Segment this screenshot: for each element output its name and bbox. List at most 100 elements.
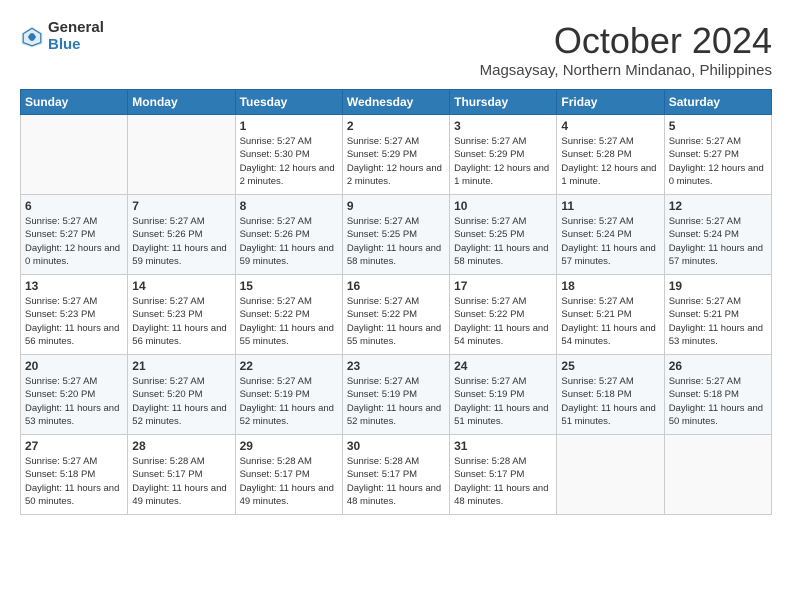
day-info: Sunrise: 5:27 AMSunset: 5:24 PMDaylight:… (561, 215, 659, 268)
day-info: Sunrise: 5:27 AMSunset: 5:29 PMDaylight:… (347, 135, 445, 188)
day-info: Sunrise: 5:27 AMSunset: 5:22 PMDaylight:… (454, 295, 552, 348)
day-number: 25 (561, 359, 659, 373)
day-number: 5 (669, 119, 767, 133)
logo-text: General Blue (48, 20, 104, 53)
calendar-cell: 24 Sunrise: 5:27 AMSunset: 5:19 PMDayligh… (450, 355, 557, 435)
day-info: Sunrise: 5:27 AMSunset: 5:25 PMDaylight:… (454, 215, 552, 268)
day-number: 11 (561, 199, 659, 213)
day-number: 6 (25, 199, 123, 213)
calendar-cell: 18 Sunrise: 5:27 AMSunset: 5:21 PMDayligh… (557, 275, 664, 355)
day-info: Sunrise: 5:27 AMSunset: 5:25 PMDaylight:… (347, 215, 445, 268)
calendar-cell: 4Sunrise: 5:27 AMSunset: 5:28 PMDaylight… (557, 115, 664, 195)
calendar-cell: 15 Sunrise: 5:27 AMSunset: 5:22 PMDayligh… (235, 275, 342, 355)
calendar-cell: 8Sunrise: 5:27 AMSunset: 5:26 PMDaylight… (235, 195, 342, 275)
calendar-cell: 27Sunrise: 5:27 AMSunset: 5:18 PMDayligh… (21, 435, 128, 515)
day-number: 26 (669, 359, 767, 373)
calendar-cell: 20 Sunrise: 5:27 AMSunset: 5:20 PMDayligh… (21, 355, 128, 435)
day-number: 1 (240, 119, 338, 133)
calendar-cell: 26 Sunrise: 5:27 AMSunset: 5:18 PMDayligh… (664, 355, 771, 435)
day-number: 18 (561, 279, 659, 293)
day-header-saturday: Saturday (664, 90, 771, 115)
calendar-table: SundayMondayTuesdayWednesdayThursdayFrid… (20, 89, 772, 515)
day-info: Sunrise: 5:27 AMSunset: 5:26 PMDaylight:… (240, 215, 338, 268)
calendar-cell: 28Sunrise: 5:28 AMSunset: 5:17 PMDayligh… (128, 435, 235, 515)
day-info: Sunrise: 5:27 AMSunset: 5:24 PMDaylight:… (669, 215, 767, 268)
day-info: Sunrise: 5:27 AMSunset: 5:27 PMDaylight:… (25, 215, 123, 268)
calendar-cell: 3Sunrise: 5:27 AMSunset: 5:29 PMDaylight… (450, 115, 557, 195)
calendar-header-row: SundayMondayTuesdayWednesdayThursdayFrid… (21, 90, 772, 115)
day-info: Sunrise: 5:28 AMSunset: 5:17 PMDaylight:… (454, 455, 552, 508)
calendar-cell: 30Sunrise: 5:28 AMSunset: 5:17 PMDayligh… (342, 435, 449, 515)
logo-general-text: General (48, 20, 104, 37)
day-info: Sunrise: 5:27 AMSunset: 5:22 PMDaylight:… (240, 295, 338, 348)
day-info: Sunrise: 5:27 AMSunset: 5:18 PMDaylight:… (561, 375, 659, 428)
day-info: Sunrise: 5:27 AMSunset: 5:26 PMDaylight:… (132, 215, 230, 268)
day-number: 24 (454, 359, 552, 373)
calendar-cell: 7Sunrise: 5:27 AMSunset: 5:26 PMDaylight… (128, 195, 235, 275)
logo-icon (20, 25, 44, 49)
calendar-cell: 23Sunrise: 5:27 AMSunset: 5:19 PMDayligh… (342, 355, 449, 435)
day-info: Sunrise: 5:27 AMSunset: 5:18 PMDaylight:… (669, 375, 767, 428)
day-info: Sunrise: 5:27 AMSunset: 5:28 PMDaylight:… (561, 135, 659, 188)
day-number: 2 (347, 119, 445, 133)
calendar-cell: 2 Sunrise: 5:27 AMSunset: 5:29 PMDaylight… (342, 115, 449, 195)
day-info: Sunrise: 5:27 AMSunset: 5:20 PMDaylight:… (25, 375, 123, 428)
calendar-cell: 9 Sunrise: 5:27 AMSunset: 5:25 PMDaylight… (342, 195, 449, 275)
calendar-body: 1 Sunrise: 5:27 AMSunset: 5:30 PMDaylight… (21, 115, 772, 515)
day-header-tuesday: Tuesday (235, 90, 342, 115)
day-number: 29 (240, 439, 338, 453)
calendar-cell: 14 Sunrise: 5:27 AMSunset: 5:23 PMDayligh… (128, 275, 235, 355)
calendar-cell (128, 115, 235, 195)
logo: General Blue (20, 20, 104, 53)
calendar-cell: 19 Sunrise: 5:27 AMSunset: 5:21 PMDayligh… (664, 275, 771, 355)
calendar-cell: 31 Sunrise: 5:28 AMSunset: 5:17 PMDayligh… (450, 435, 557, 515)
day-header-thursday: Thursday (450, 90, 557, 115)
day-number: 20 (25, 359, 123, 373)
calendar-week-4: 20 Sunrise: 5:27 AMSunset: 5:20 PMDayligh… (21, 355, 772, 435)
calendar-cell: 17Sunrise: 5:27 AMSunset: 5:22 PMDayligh… (450, 275, 557, 355)
day-info: Sunrise: 5:27 AMSunset: 5:19 PMDaylight:… (454, 375, 552, 428)
calendar-cell: 5 Sunrise: 5:27 AMSunset: 5:27 PMDaylight… (664, 115, 771, 195)
day-number: 9 (347, 199, 445, 213)
day-number: 12 (669, 199, 767, 213)
day-info: Sunrise: 5:27 AMSunset: 5:23 PMDaylight:… (25, 295, 123, 348)
calendar-cell: 13 Sunrise: 5:27 AMSunset: 5:23 PMDayligh… (21, 275, 128, 355)
day-number: 15 (240, 279, 338, 293)
day-number: 19 (669, 279, 767, 293)
day-info: Sunrise: 5:27 AMSunset: 5:21 PMDaylight:… (669, 295, 767, 348)
day-info: Sunrise: 5:27 AMSunset: 5:30 PMDaylight:… (240, 135, 338, 188)
day-number: 23 (347, 359, 445, 373)
day-number: 16 (347, 279, 445, 293)
day-info: Sunrise: 5:27 AMSunset: 5:22 PMDaylight:… (347, 295, 445, 348)
calendar-cell (557, 435, 664, 515)
day-info: Sunrise: 5:27 AMSunset: 5:20 PMDaylight:… (132, 375, 230, 428)
day-info: Sunrise: 5:28 AMSunset: 5:17 PMDaylight:… (132, 455, 230, 508)
day-number: 21 (132, 359, 230, 373)
location-title: Magsaysay, Northern Mindanao, Philippine… (480, 62, 772, 79)
day-number: 27 (25, 439, 123, 453)
day-number: 10 (454, 199, 552, 213)
calendar-week-2: 6 Sunrise: 5:27 AMSunset: 5:27 PMDaylight… (21, 195, 772, 275)
calendar-cell: 11 Sunrise: 5:27 AMSunset: 5:24 PMDayligh… (557, 195, 664, 275)
title-area: October 2024 Magsaysay, Northern Mindana… (480, 20, 772, 79)
calendar-week-3: 13 Sunrise: 5:27 AMSunset: 5:23 PMDayligh… (21, 275, 772, 355)
calendar-cell: 22Sunrise: 5:27 AMSunset: 5:19 PMDayligh… (235, 355, 342, 435)
day-info: Sunrise: 5:27 AMSunset: 5:21 PMDaylight:… (561, 295, 659, 348)
day-number: 13 (25, 279, 123, 293)
day-number: 14 (132, 279, 230, 293)
day-info: Sunrise: 5:27 AMSunset: 5:27 PMDaylight:… (669, 135, 767, 188)
day-number: 31 (454, 439, 552, 453)
day-info: Sunrise: 5:28 AMSunset: 5:17 PMDaylight:… (347, 455, 445, 508)
day-header-wednesday: Wednesday (342, 90, 449, 115)
calendar-cell (664, 435, 771, 515)
calendar-cell: 21 Sunrise: 5:27 AMSunset: 5:20 PMDayligh… (128, 355, 235, 435)
month-title: October 2024 (480, 20, 772, 62)
calendar-week-5: 27Sunrise: 5:27 AMSunset: 5:18 PMDayligh… (21, 435, 772, 515)
calendar-week-1: 1 Sunrise: 5:27 AMSunset: 5:30 PMDaylight… (21, 115, 772, 195)
calendar-cell: 29Sunrise: 5:28 AMSunset: 5:17 PMDayligh… (235, 435, 342, 515)
calendar-cell: 1 Sunrise: 5:27 AMSunset: 5:30 PMDaylight… (235, 115, 342, 195)
day-info: Sunrise: 5:27 AMSunset: 5:23 PMDaylight:… (132, 295, 230, 348)
day-number: 3 (454, 119, 552, 133)
calendar-cell: 12 Sunrise: 5:27 AMSunset: 5:24 PMDayligh… (664, 195, 771, 275)
day-header-sunday: Sunday (21, 90, 128, 115)
